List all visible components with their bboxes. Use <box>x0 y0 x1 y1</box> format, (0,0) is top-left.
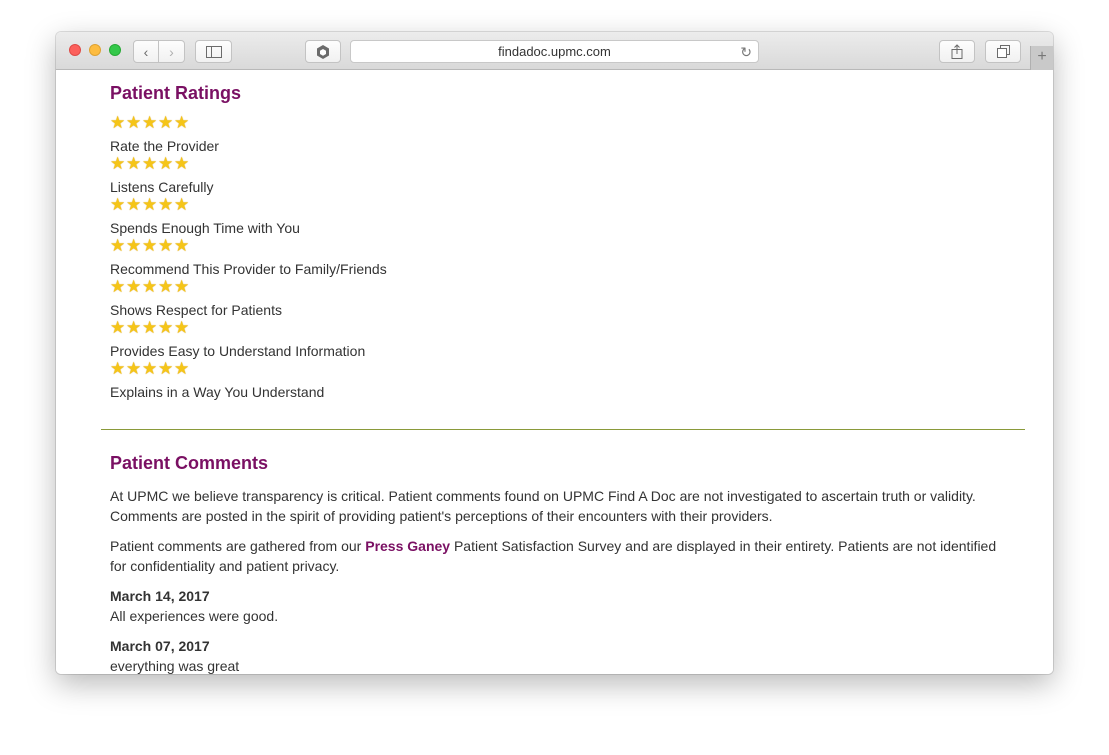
address-bar[interactable]: findadoc.upmc.com ↻ <box>350 40 759 63</box>
star-icon: ★ <box>174 113 190 132</box>
comment-text: All experiences were good. <box>110 608 279 624</box>
star-icon: ★ <box>158 359 174 378</box>
star-rating: ★ ★ ★ ★ ★ <box>110 318 1010 337</box>
back-button[interactable]: ‹ <box>133 40 159 63</box>
star-icon: ★ <box>142 236 158 255</box>
star-icon: ★ <box>174 236 190 255</box>
browser-toolbar: ‹ › findadoc.upmc.com ↻ + <box>56 32 1053 70</box>
rating-item: ★ ★ ★ ★ ★ Listens Carefully <box>110 154 1010 195</box>
comment-text: everything was great <box>110 658 240 674</box>
tabs-icon <box>996 45 1010 58</box>
star-icon: ★ <box>158 277 174 296</box>
hexagon-icon <box>317 44 329 59</box>
ratings-title: Patient Ratings <box>110 83 242 103</box>
comments-title: Patient Comments <box>110 453 269 473</box>
star-icon: ★ <box>174 277 190 296</box>
star-icon: ★ <box>142 318 158 337</box>
comment-entry: March 14, 2017 All experiences were good. <box>110 586 1010 626</box>
rating-label: Listens Carefully <box>110 179 214 195</box>
source-note-before: Patient comments are gathered from our <box>110 538 366 554</box>
star-icon: ★ <box>142 359 158 378</box>
minimize-window-button[interactable] <box>89 44 101 56</box>
transparency-note: At UPMC we believe transparency is criti… <box>110 488 976 524</box>
rating-item: ★ ★ ★ ★ ★ Explains in a Way You Understand <box>110 359 1010 400</box>
sidebar-button[interactable] <box>195 40 232 63</box>
star-rating: ★ ★ ★ ★ ★ <box>110 154 1010 173</box>
share-icon <box>951 44 963 59</box>
star-rating: ★ ★ ★ ★ ★ <box>110 236 1010 255</box>
star-icon: ★ <box>110 318 126 337</box>
tabs-button[interactable] <box>985 40 1021 63</box>
star-rating: ★ ★ ★ ★ ★ <box>110 195 1010 214</box>
star-icon: ★ <box>174 359 190 378</box>
star-icon: ★ <box>126 154 142 173</box>
comment-date: March 14, 2017 <box>110 588 210 604</box>
ratings-list: ★ ★ ★ ★ ★ Rate the Provider ★ ★ ★ ★ ★ Listens Caref… <box>110 113 1010 400</box>
reload-icon[interactable]: ↻ <box>740 44 752 61</box>
star-icon: ★ <box>142 277 158 296</box>
rating-label: Shows Respect for Patients <box>110 302 282 318</box>
rating-label: Recommend This Provider to Family/Friend… <box>110 261 387 277</box>
star-icon: ★ <box>142 113 158 132</box>
star-icon: ★ <box>110 154 126 173</box>
star-icon: ★ <box>158 154 174 173</box>
rating-label: Rate the Provider <box>110 138 219 154</box>
comments-section: Patient Comments At UPMC we believe tran… <box>110 453 1010 674</box>
ratings-section: Patient Ratings ★ ★ ★ ★ ★ Rate the Provider ★ ★… <box>110 70 1010 400</box>
rating-item: ★ ★ ★ ★ ★ Provides Easy to Understand Informa… <box>110 318 1010 359</box>
star-icon: ★ <box>158 195 174 214</box>
star-icon: ★ <box>158 236 174 255</box>
star-icon: ★ <box>110 113 126 132</box>
press-ganey-link[interactable]: Press Ganey <box>365 538 450 554</box>
page-content: Patient Ratings ★ ★ ★ ★ ★ Rate the Provider ★ ★… <box>56 70 1053 674</box>
star-icon: ★ <box>110 236 126 255</box>
rating-label: Spends Enough Time with You <box>110 220 300 236</box>
rating-label: Explains in a Way You Understand <box>110 384 325 400</box>
comment-list: March 14, 2017 All experiences were good.… <box>110 586 1010 674</box>
nav-buttons: ‹ › <box>133 40 185 63</box>
rating-item: ★ ★ ★ ★ ★ Spends Enough Time with You <box>110 195 1010 236</box>
url-text: findadoc.upmc.com <box>498 44 611 59</box>
extension-button[interactable] <box>305 40 341 63</box>
chevron-right-icon: › <box>169 43 174 60</box>
rating-item: ★ ★ ★ ★ ★ Shows Respect for Patients <box>110 277 1010 318</box>
share-button[interactable] <box>939 40 975 63</box>
star-rating: ★ ★ ★ ★ ★ <box>110 113 1010 132</box>
sidebar-icon <box>205 45 222 58</box>
new-tab-button[interactable]: + <box>1030 46 1053 70</box>
rating-label: Provides Easy to Understand Information <box>110 343 366 359</box>
star-icon: ★ <box>126 318 142 337</box>
rating-item: ★ ★ ★ ★ ★ Rate the Provider <box>110 113 1010 154</box>
star-icon: ★ <box>142 195 158 214</box>
star-rating: ★ ★ ★ ★ ★ <box>110 359 1010 378</box>
star-icon: ★ <box>158 318 174 337</box>
browser-window: ‹ › findadoc.upmc.com ↻ + Patient Rating… <box>56 32 1053 674</box>
section-divider <box>101 429 1025 430</box>
star-icon: ★ <box>174 318 190 337</box>
comment-date: March 07, 2017 <box>110 638 210 654</box>
star-icon: ★ <box>110 277 126 296</box>
star-icon: ★ <box>126 195 142 214</box>
star-icon: ★ <box>126 277 142 296</box>
star-icon: ★ <box>142 154 158 173</box>
star-icon: ★ <box>126 359 142 378</box>
star-icon: ★ <box>126 236 142 255</box>
star-rating: ★ ★ ★ ★ ★ <box>110 277 1010 296</box>
star-icon: ★ <box>126 113 142 132</box>
close-window-button[interactable] <box>69 44 81 56</box>
star-icon: ★ <box>174 154 190 173</box>
star-icon: ★ <box>110 359 126 378</box>
forward-button[interactable]: › <box>159 40 185 63</box>
chevron-left-icon: ‹ <box>143 43 149 60</box>
zoom-window-button[interactable] <box>109 44 121 56</box>
star-icon: ★ <box>110 195 126 214</box>
comment-entry: March 07, 2017 everything was great <box>110 636 1010 674</box>
rating-item: ★ ★ ★ ★ ★ Recommend This Provider to Family/F… <box>110 236 1010 277</box>
source-note: Patient comments are gathered from our P… <box>110 536 1010 576</box>
star-icon: ★ <box>174 195 190 214</box>
star-icon: ★ <box>158 113 174 132</box>
